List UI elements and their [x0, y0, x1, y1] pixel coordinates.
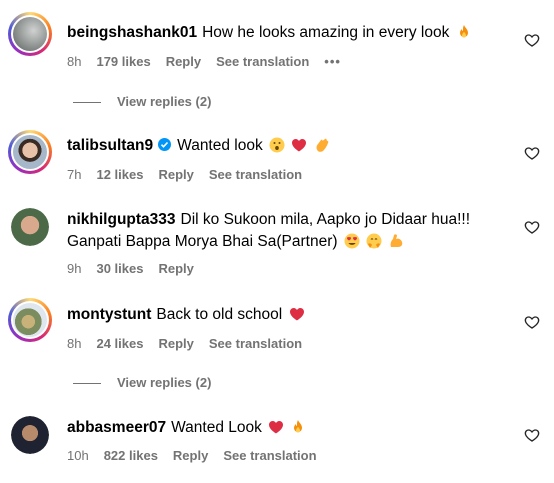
- flexed-biceps-emoji-icon: [391, 234, 403, 247]
- comment-text-line-2: Ganpati Bappa Morya Bhai Sa(Partner): [67, 231, 404, 253]
- comment-meta: 8h 24 likes Reply See translation: [67, 336, 317, 351]
- view-replies-label: View replies (2): [117, 94, 212, 109]
- likes-count[interactable]: 179 likes: [96, 54, 150, 69]
- comment-username[interactable]: montystunt: [67, 306, 151, 323]
- view-replies-button[interactable]: View replies (2): [73, 94, 211, 109]
- red-heart-emoji-icon: [289, 308, 304, 321]
- avatar[interactable]: [11, 416, 49, 454]
- fire-emoji-icon: [294, 420, 303, 433]
- reply-button[interactable]: Reply: [158, 261, 193, 276]
- reply-button[interactable]: Reply: [158, 336, 193, 351]
- comment-username[interactable]: nikhilgupta333: [67, 211, 176, 228]
- likes-count[interactable]: 30 likes: [96, 261, 143, 276]
- heart-outline-icon[interactable]: [524, 427, 540, 443]
- comment-text: Wanted look: [177, 137, 263, 154]
- comment-text: Back to old school: [156, 306, 283, 323]
- comment-time: 8h: [67, 336, 82, 351]
- comment-time: 9h: [67, 261, 82, 276]
- avatar[interactable]: [8, 130, 52, 174]
- comment-text-continued: Ganpati Bappa Morya Bhai Sa(Partner): [67, 233, 338, 250]
- red-heart-emoji-icon: [269, 421, 284, 434]
- heart-outline-icon[interactable]: [524, 32, 540, 48]
- more-options-icon[interactable]: •••: [324, 54, 341, 69]
- comment-meta: 10h 822 likes Reply See translation: [67, 448, 332, 463]
- comment-time: 10h: [67, 448, 89, 463]
- fire-emoji-icon: [459, 25, 468, 38]
- see-translation-button[interactable]: See translation: [209, 167, 302, 182]
- comment-meta: 8h 179 likes Reply See translation •••: [67, 54, 356, 69]
- verified-badge-icon: [158, 138, 172, 151]
- see-translation-button[interactable]: See translation: [209, 336, 302, 351]
- see-translation-button[interactable]: See translation: [216, 54, 309, 69]
- heart-eyes-emoji-icon: [344, 233, 360, 249]
- divider-line: [73, 383, 101, 385]
- comment-username[interactable]: talibsultan9: [67, 137, 153, 154]
- see-translation-button[interactable]: See translation: [223, 448, 316, 463]
- avatar[interactable]: [8, 12, 52, 56]
- heart-outline-icon[interactable]: [524, 219, 540, 235]
- view-replies-label: View replies (2): [117, 375, 212, 390]
- comment-text-line: abbasmeer07 Wanted Look: [67, 417, 306, 439]
- comment-text-line: beingshashank01 How he looks amazing in e…: [67, 22, 472, 44]
- avatar[interactable]: [8, 298, 52, 342]
- comment-username[interactable]: abbasmeer07: [67, 419, 166, 436]
- view-replies-button[interactable]: View replies (2): [73, 375, 211, 390]
- heart-outline-icon[interactable]: [524, 145, 540, 161]
- likes-count[interactable]: 24 likes: [96, 336, 143, 351]
- red-heart-emoji-icon: [292, 139, 307, 152]
- hugging-face-emoji-icon: [366, 233, 382, 249]
- comment-text-line: talibsultan9 Wanted look: [67, 135, 330, 157]
- likes-count[interactable]: 12 likes: [96, 167, 143, 182]
- reply-button[interactable]: Reply: [158, 167, 193, 182]
- reply-button[interactable]: Reply: [173, 448, 208, 463]
- clapping-hands-emoji-icon: [316, 138, 329, 152]
- reply-button[interactable]: Reply: [166, 54, 201, 69]
- surprised-face-emoji-icon: [269, 137, 285, 153]
- comment-meta: 7h 12 likes Reply See translation: [67, 167, 317, 182]
- heart-outline-icon[interactable]: [524, 314, 540, 330]
- comment-text: How he looks amazing in every look: [202, 24, 450, 41]
- divider-line: [73, 102, 101, 104]
- comment-text-line: nikhilgupta333 Dil ko Sukoon mila, Aapko …: [67, 209, 470, 231]
- comment-text: Dil ko Sukoon mila, Aapko jo Didaar hua!…: [180, 211, 471, 228]
- comment-text-line: montystunt Back to old school: [67, 304, 305, 326]
- comment-meta: 9h 30 likes Reply: [67, 261, 209, 276]
- comment-username[interactable]: beingshashank01: [67, 24, 197, 41]
- avatar[interactable]: [11, 208, 49, 246]
- comment-text: Wanted Look: [171, 419, 262, 436]
- comment-time: 7h: [67, 167, 82, 182]
- likes-count[interactable]: 822 likes: [104, 448, 158, 463]
- comment-time: 8h: [67, 54, 82, 69]
